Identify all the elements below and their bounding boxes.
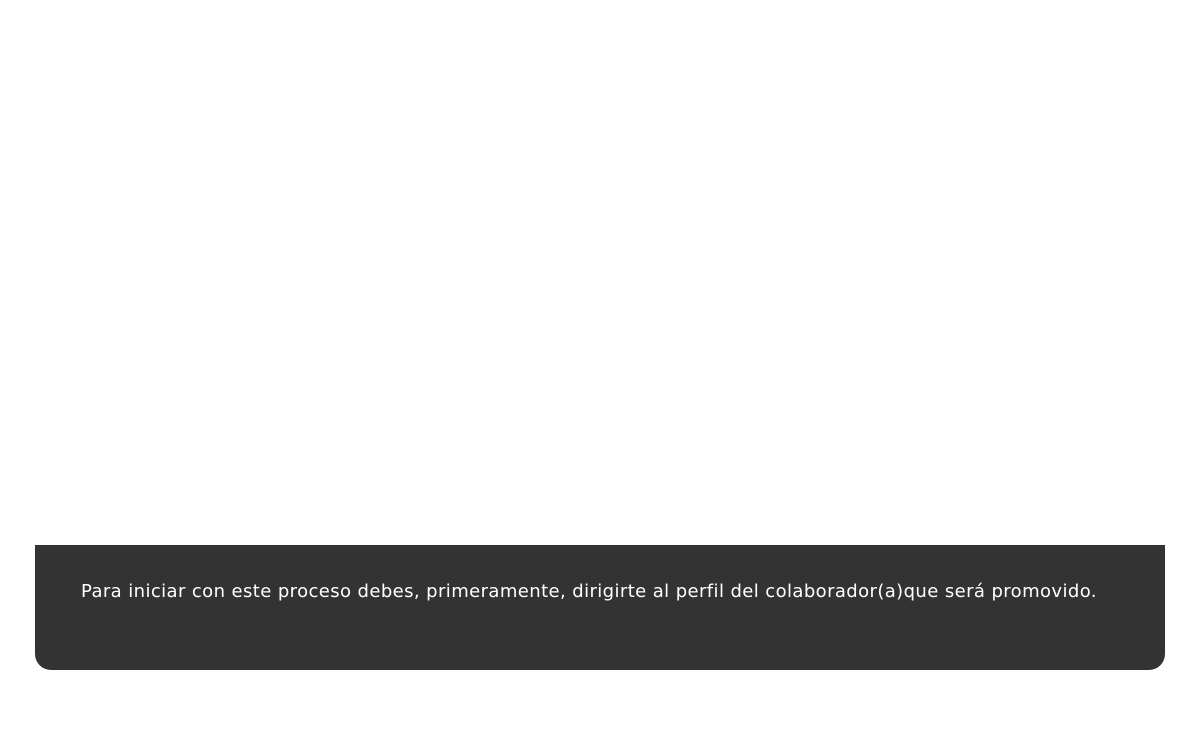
caption-text: Para iniciar con este proceso debes, pri… (81, 581, 1097, 602)
caption-panel: Para iniciar con este proceso debes, pri… (35, 545, 1165, 670)
content-area (35, 0, 1165, 545)
